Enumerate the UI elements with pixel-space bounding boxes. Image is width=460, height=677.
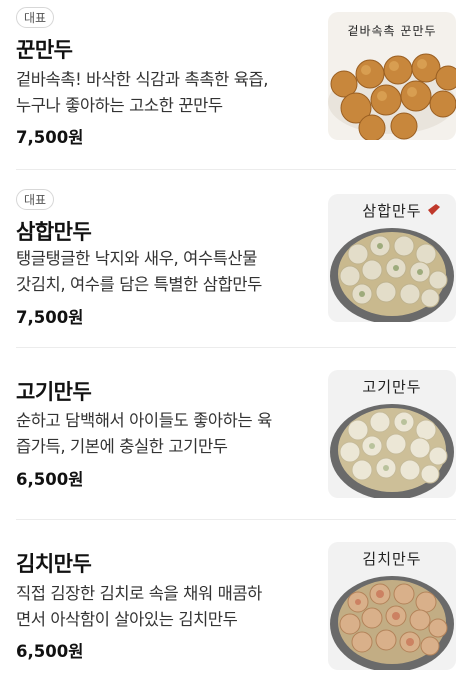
menu-item-description: 겉바속촉! 바삭한 식감과 촉촉한 육즙, 누구나 좋아하는 고소한 꾼만두	[16, 70, 269, 115]
menu-item-kkun-mandu[interactable]: 대표 꾼만두 겉바속촉! 바삭한 식감과 촉촉한 육즙, 누구나 좋아하는 고소…	[0, 0, 460, 160]
menu-item-price: 7,500원	[16, 128, 84, 147]
signature-badge: 대표	[16, 189, 55, 210]
menu-item-price: 6,500원	[16, 642, 84, 661]
image-caption: 고기만두	[362, 378, 422, 396]
signature-badge: 대표	[16, 7, 55, 28]
menu-item-samhap-mandu[interactable]: 대표 삼합만두 탱글탱글한 낙지와 새우, 여수특산물 갓김치, 여수를 담은 …	[0, 178, 460, 338]
menu-item-description: 탱글탱글한 낙지와 새우, 여수특산물 갓김치, 여수를 담은 특별한 삼합만두	[16, 249, 262, 294]
menu-item-price: 6,500원	[16, 470, 84, 489]
menu-item-image[interactable]: 삼합만두	[328, 194, 456, 322]
menu-item-image[interactable]: 고기만두	[328, 370, 456, 498]
menu-item-image[interactable]: 겉바속촉 꾼만두	[328, 12, 456, 140]
menu-item-image[interactable]: 김치만두	[328, 542, 456, 670]
menu-item-description: 순하고 담백해서 아이들도 좋아하는 육 즙가득, 기본에 충실한 고기만두	[16, 411, 272, 456]
menu-item-gogi-mandu[interactable]: 고기만두 순하고 담백해서 아이들도 좋아하는 육 즙가득, 기본에 충실한 고…	[0, 348, 460, 518]
menu-item-description: 직접 김장한 김치로 속을 채워 매콤하 면서 아삭함이 살아있는 김치만두	[16, 584, 262, 629]
item-divider	[16, 169, 456, 170]
menu-item-name: 고기만두	[16, 380, 92, 404]
menu-item-name: 꾼만두	[16, 38, 73, 62]
menu-item-name: 김치만두	[16, 552, 92, 576]
menu-item-kimchi-mandu[interactable]: 김치만두 직접 김장한 김치로 속을 채워 매콤하 면서 아삭함이 살아있는 김…	[0, 520, 460, 677]
menu-item-name: 삼합만두	[16, 220, 92, 244]
image-caption: 삼합만두	[362, 202, 422, 220]
menu-item-price: 7,500원	[16, 308, 84, 327]
image-caption: 김치만두	[362, 550, 422, 568]
image-caption: 겉바속촉 꾼만두	[347, 24, 437, 38]
